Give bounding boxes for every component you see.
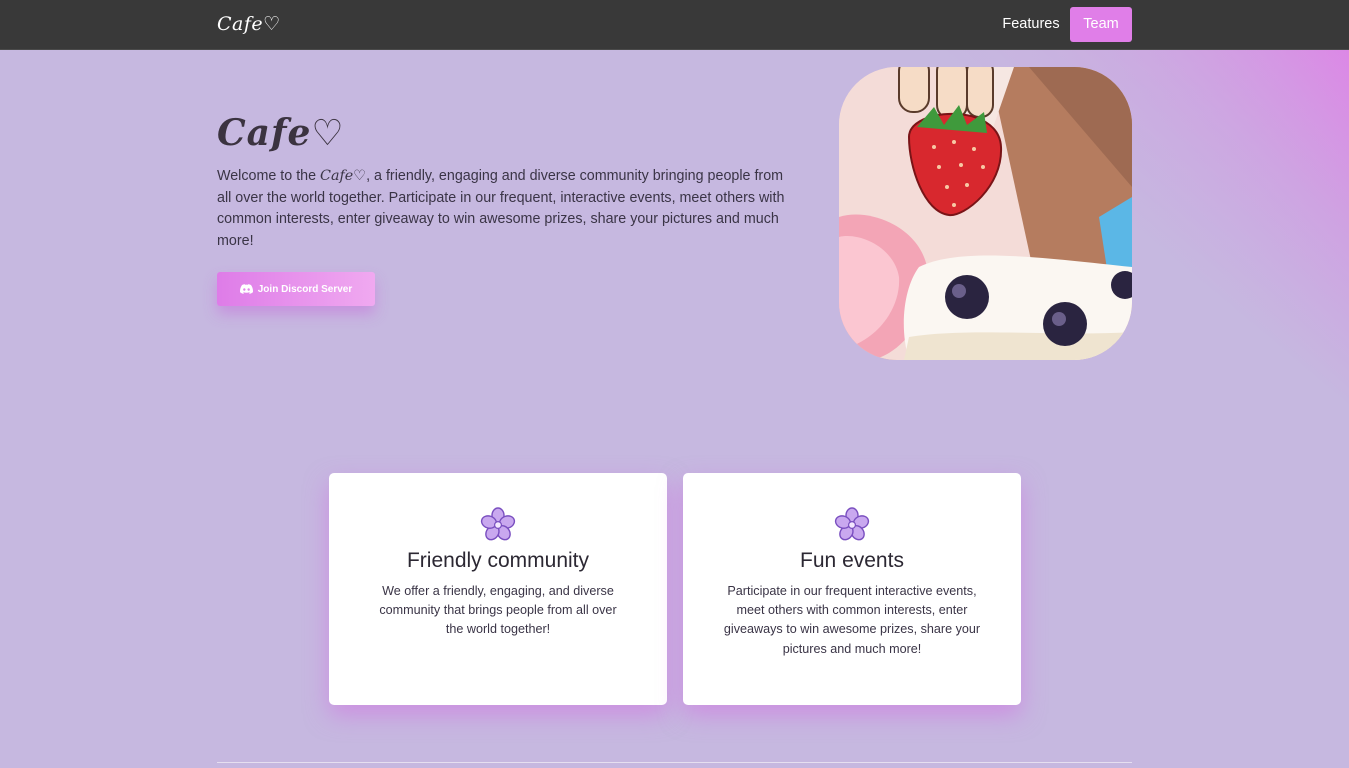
hero-description-brand: Cafe♡ [320, 168, 367, 184]
nav-features-link[interactable]: Features [1000, 7, 1062, 42]
join-discord-label: Join Discord Server [257, 283, 353, 295]
sakura-flower-icon [834, 507, 870, 543]
feature-card-text: Participate in our frequent interactive … [723, 584, 981, 656]
feature-card-fun-events: Fun events Participate in our frequent i… [683, 473, 1021, 705]
feature-card-friendly-community: Friendly community We offer a friendly, … [329, 473, 667, 705]
join-discord-button[interactable]: Join Discord Server [217, 272, 375, 306]
discord-icon [239, 284, 253, 294]
hero-description: Welcome to the Cafe♡, a friendly, engagi… [217, 166, 787, 252]
nav-team-link[interactable]: Team [1070, 7, 1132, 42]
feature-card-title: Friendly community [406, 549, 590, 572]
feature-card-title: Fun events [800, 549, 904, 572]
hero-title: Cafe♡ [217, 112, 345, 154]
brand-logo[interactable]: Cafe♡ [217, 13, 281, 35]
sakura-flower-icon [480, 507, 516, 543]
feature-card-text: We offer a friendly, engaging, and diver… [379, 584, 617, 637]
strawberry-dessert-illustration [839, 67, 1132, 360]
section-divider [217, 762, 1132, 763]
navbar: Cafe♡ Features Team [0, 0, 1349, 50]
hero-description-prefix: Welcome to the [217, 168, 321, 184]
